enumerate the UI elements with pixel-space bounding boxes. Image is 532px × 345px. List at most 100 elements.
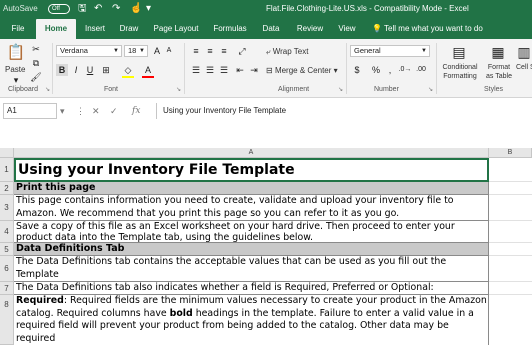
align-center-icon[interactable]: ☰: [204, 64, 216, 76]
cell-b7[interactable]: [489, 282, 532, 295]
decrease-font-icon[interactable]: A: [164, 45, 174, 57]
underline-icon[interactable]: U: [84, 64, 96, 76]
percent-icon[interactable]: %: [370, 64, 382, 76]
number-launcher-icon[interactable]: ↘: [428, 86, 433, 93]
redo-icon[interactable]: ↷: [112, 2, 120, 16]
font-color-icon[interactable]: A: [142, 64, 154, 78]
tab-home[interactable]: Home: [36, 19, 76, 39]
row-header[interactable]: 5: [0, 243, 14, 256]
cell-styles-icon[interactable]: ▥: [516, 43, 532, 61]
row-header[interactable]: 3: [0, 195, 14, 221]
save-icon[interactable]: 🖫: [78, 2, 87, 16]
format-painter-icon[interactable]: 🖌: [30, 71, 42, 83]
cell-a1[interactable]: Using your Inventory File Template: [14, 158, 489, 182]
tab-insert[interactable]: Insert: [80, 19, 110, 39]
cell-a2[interactable]: Print this page: [14, 182, 489, 195]
tab-file[interactable]: File: [6, 19, 30, 39]
align-left-icon[interactable]: ☰: [190, 64, 202, 76]
row-header[interactable]: 1: [0, 158, 14, 182]
row-header[interactable]: 7: [0, 282, 14, 295]
cell-b2[interactable]: [489, 182, 532, 195]
cell-a4[interactable]: Save a copy of this file as an Excel wor…: [14, 221, 489, 243]
comma-style-icon[interactable]: ,: [384, 64, 396, 76]
number-format-dropdown[interactable]: General ▼: [350, 45, 430, 57]
tab-draw[interactable]: Draw: [116, 19, 142, 39]
align-middle-icon[interactable]: ≡: [204, 45, 216, 57]
bold-icon[interactable]: B: [56, 64, 68, 76]
conditional-formatting-icon[interactable]: ▤: [448, 43, 470, 61]
chevron-down-icon: ▼: [139, 48, 145, 54]
cell-a8[interactable]: Required: Required fields are the minimu…: [14, 295, 489, 345]
font-size-dropdown[interactable]: 18 ▼: [124, 45, 148, 57]
chevron-down-icon: ▾: [333, 66, 338, 75]
cell-a5[interactable]: Data Definitions Tab: [14, 243, 489, 256]
cell-b8[interactable]: [489, 295, 532, 345]
fill-color-icon[interactable]: ◇: [122, 64, 134, 78]
format-as-table-button[interactable]: Format as Table: [484, 63, 514, 81]
chevron-down-icon: ▼: [113, 48, 119, 54]
clipboard-launcher-icon[interactable]: ↘: [45, 86, 50, 93]
cell-styles-button[interactable]: Cell Styles: [516, 63, 532, 72]
clipboard-icon[interactable]: 📋: [6, 43, 26, 63]
currency-icon[interactable]: $: [350, 64, 364, 76]
cell-b5[interactable]: [489, 243, 532, 256]
cancel-icon[interactable]: ✕: [92, 103, 100, 119]
borders-icon[interactable]: ⊞: [100, 64, 112, 76]
copy-icon[interactable]: ⧉: [30, 57, 42, 69]
align-bottom-icon[interactable]: ≡: [218, 45, 230, 57]
formula-input[interactable]: Using your Inventory File Template: [156, 103, 532, 119]
insert-function-icon[interactable]: fx: [132, 103, 140, 119]
tab-data[interactable]: Data: [258, 19, 284, 39]
format-as-table-icon[interactable]: ▦: [488, 43, 508, 61]
merge-center-button[interactable]: ⊟ Merge & Center ▾: [266, 66, 338, 75]
autosave-toggle[interactable]: Off: [48, 4, 70, 14]
touch-mode-icon[interactable]: ☝: [130, 2, 142, 16]
enter-icon[interactable]: ✓: [110, 103, 118, 119]
cell-b4[interactable]: [489, 221, 532, 243]
name-box-dropdown-icon[interactable]: ▾: [60, 103, 65, 119]
row-header[interactable]: 4: [0, 221, 14, 243]
wrap-text-button[interactable]: ⤶ Wrap Text: [266, 47, 308, 57]
increase-indent-icon[interactable]: ⇥: [248, 64, 260, 76]
column-header-b[interactable]: B: [489, 148, 532, 158]
font-launcher-icon[interactable]: ↘: [176, 86, 181, 93]
paste-button[interactable]: Paste: [5, 65, 25, 74]
select-all-corner[interactable]: [0, 148, 14, 158]
orientation-icon[interactable]: ⤢: [236, 45, 248, 57]
conditional-formatting-button[interactable]: Conditional Formatting: [440, 63, 480, 81]
cell-a7[interactable]: The Data Definitions tab also indicates …: [14, 282, 489, 295]
row-header[interactable]: 2: [0, 182, 14, 195]
row-header[interactable]: 8: [0, 295, 14, 345]
divider: [346, 43, 347, 94]
tab-view[interactable]: View: [334, 19, 360, 39]
name-box[interactable]: A1: [3, 103, 57, 119]
row-header[interactable]: 6: [0, 256, 14, 282]
cell-b1[interactable]: [489, 158, 532, 182]
cell-a3[interactable]: This page contains information you need …: [14, 195, 489, 221]
divider: [436, 43, 437, 94]
decrease-decimal-icon[interactable]: .00: [414, 64, 428, 76]
align-right-icon[interactable]: ☰: [218, 64, 230, 76]
paste-dropdown-icon[interactable]: ▾: [6, 74, 26, 86]
alignment-launcher-icon[interactable]: ↘: [338, 86, 343, 93]
italic-icon[interactable]: I: [70, 64, 82, 76]
column-header-a[interactable]: A: [14, 148, 489, 158]
cell-b6[interactable]: [489, 256, 532, 282]
font-name-dropdown[interactable]: Verdana ▼: [56, 45, 122, 57]
increase-decimal-icon[interactable]: .0→: [398, 64, 412, 76]
undo-icon[interactable]: ↶: [94, 2, 102, 16]
window-title: Flat.File.Clothing-Lite.US.xls - Compati…: [266, 4, 469, 13]
cell-b3[interactable]: [489, 195, 532, 221]
align-top-icon[interactable]: ≡: [190, 45, 202, 57]
increase-font-icon[interactable]: A: [152, 45, 162, 57]
decrease-indent-icon[interactable]: ⇤: [234, 64, 246, 76]
tell-me-box[interactable]: 💡 Tell me what you want to do: [372, 19, 483, 39]
cell-a6[interactable]: The Data Definitions tab contains the ac…: [14, 256, 489, 282]
tab-page-layout[interactable]: Page Layout: [150, 19, 202, 39]
cut-icon[interactable]: ✂: [30, 43, 42, 55]
divider: [184, 43, 185, 94]
tab-formulas[interactable]: Formulas: [210, 19, 250, 39]
clipboard-group-label: Clipboard: [8, 86, 38, 93]
customize-qat-icon[interactable]: ▾: [146, 2, 151, 16]
tab-review[interactable]: Review: [292, 19, 328, 39]
